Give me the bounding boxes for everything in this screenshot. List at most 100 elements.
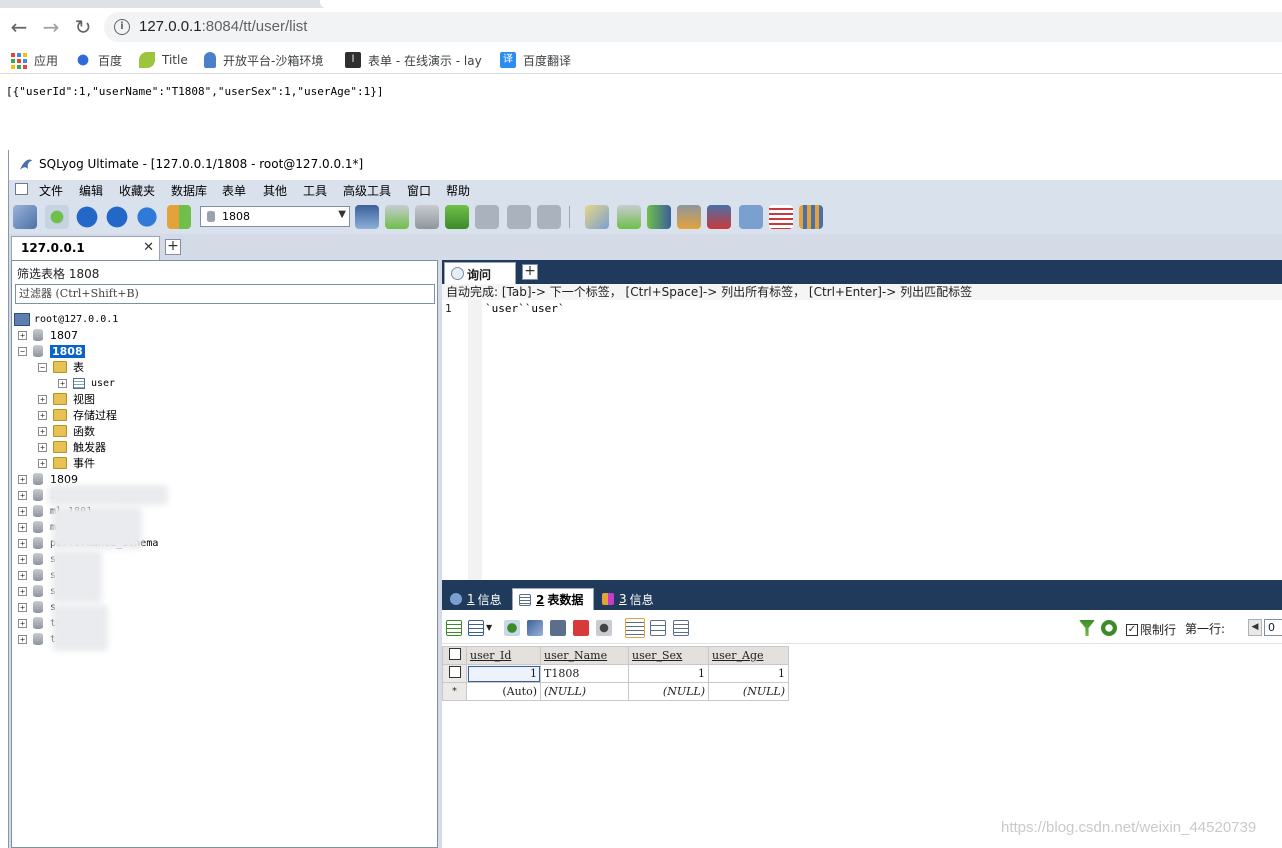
insert-row-icon[interactable] (446, 620, 462, 636)
info-icon[interactable]: i (114, 19, 130, 35)
table-structure-icon[interactable] (537, 205, 561, 229)
tree-folder-views[interactable]: + 视图 (38, 391, 95, 407)
first-row-input[interactable]: 0 (1264, 619, 1282, 636)
bookmark-title[interactable]: Title (139, 51, 188, 69)
grid-view-icon[interactable] (625, 618, 645, 638)
column-header[interactable]: user_Id (466, 646, 541, 665)
menu-database[interactable]: 数据库 (171, 182, 207, 199)
bookmark-alipay-sandbox[interactable]: 开放平台-沙箱环境 (204, 51, 323, 69)
data-sync-icon[interactable] (677, 205, 701, 229)
expand-icon[interactable]: + (18, 474, 27, 484)
tree-folder-tables[interactable]: − 表 (38, 359, 84, 375)
filter-input[interactable]: 过滤器 (Ctrl+Shift+B) (15, 284, 435, 304)
expand-icon[interactable]: + (58, 378, 67, 388)
menu-table[interactable]: 表单 (222, 182, 246, 199)
grid-cell[interactable]: (NULL) (628, 682, 709, 701)
select-all-checkbox[interactable] (442, 646, 467, 665)
menu-tools[interactable]: 工具 (303, 182, 327, 199)
database-select[interactable]: 1808 ▼ (200, 206, 350, 227)
tree-db[interactable]: +s (18, 599, 56, 615)
tree-folder-functions[interactable]: + 函数 (38, 423, 95, 439)
text-view-icon[interactable] (673, 620, 689, 636)
query-builder-icon[interactable] (585, 205, 609, 229)
connection-tab[interactable]: 127.0.0.1 ✕ (11, 236, 160, 260)
tree-db[interactable]: +t (18, 631, 56, 647)
query-tab[interactable]: 询问 (444, 262, 516, 284)
restore-icon[interactable] (415, 205, 439, 229)
expand-icon[interactable]: + (18, 586, 27, 596)
import-icon[interactable] (445, 205, 469, 229)
back-arrow-icon[interactable]: ← (8, 16, 30, 38)
add-row-icon[interactable] (504, 620, 520, 636)
tree-root[interactable]: root@127.0.0.1 (14, 311, 118, 327)
expand-icon[interactable]: + (18, 554, 27, 564)
menu-edit[interactable]: 编辑 (79, 182, 103, 199)
close-icon[interactable]: ✕ (143, 240, 154, 255)
menu-favorites[interactable]: 收藏夹 (119, 182, 155, 199)
tree-folder-events[interactable]: + 事件 (38, 455, 95, 471)
backup-icon[interactable] (385, 205, 409, 229)
limit-rows-checkbox[interactable]: ✓ 限制行 (1126, 621, 1176, 638)
grid-cell[interactable]: 1 (628, 664, 709, 683)
add-connection-button[interactable]: + (165, 239, 181, 255)
new-row[interactable]: * (Auto) (NULL) (NULL) (NULL) (442, 682, 789, 701)
expand-icon[interactable]: + (38, 442, 47, 452)
refresh-icon[interactable] (1101, 620, 1117, 636)
address-bar[interactable]: i 127.0.0.1:8084/tt/user/list (104, 12, 1282, 42)
schema-designer-icon[interactable] (617, 205, 641, 229)
new-connection-icon[interactable] (13, 205, 37, 229)
menu-help[interactable]: 帮助 (446, 182, 470, 199)
expand-icon[interactable]: + (38, 426, 47, 436)
reload-icon[interactable]: ↻ (72, 16, 94, 38)
delete-icon[interactable] (573, 620, 589, 636)
forward-arrow-icon[interactable]: → (40, 16, 62, 38)
bookmark-apps[interactable]: 应用 (11, 51, 58, 69)
expand-icon[interactable]: + (18, 490, 27, 500)
save-icon[interactable] (550, 620, 566, 636)
expand-icon[interactable]: + (18, 618, 27, 628)
tree-db-1807[interactable]: +1807 (18, 327, 78, 343)
tree-db[interactable]: +s (18, 551, 56, 567)
tab-table-data[interactable]: 2 表数据 (512, 588, 594, 610)
previous-page-button[interactable]: ◀ (1248, 619, 1262, 636)
row-checkbox[interactable] (442, 664, 467, 683)
execute-query-icon[interactable] (75, 205, 99, 229)
user-manager-icon[interactable] (355, 205, 379, 229)
chevron-down-icon[interactable]: ▼ (486, 620, 494, 636)
collapse-icon[interactable]: − (38, 362, 47, 372)
export-icon[interactable] (475, 205, 499, 229)
bookmark-layui[interactable]: l 表单 - 在线演示 - lay (345, 51, 482, 69)
grid-cell[interactable]: (NULL) (708, 682, 789, 701)
bookmark-baidu-translate[interactable]: 译百度翻译 (500, 51, 571, 69)
expand-icon[interactable]: + (18, 330, 27, 340)
filter-icon[interactable] (1079, 620, 1095, 636)
tree-table-user[interactable]: + user (58, 375, 115, 391)
expand-icon[interactable]: + (38, 410, 47, 420)
table-grid-icon[interactable] (507, 205, 531, 229)
expand-icon[interactable]: + (38, 458, 47, 468)
collapse-icon[interactable]: − (18, 346, 27, 356)
monitor-icon[interactable] (739, 205, 763, 229)
expand-icon[interactable]: + (18, 634, 27, 644)
bookmark-baidu[interactable]: 百度 (75, 51, 122, 69)
cancel-changes-icon[interactable] (596, 620, 612, 636)
grid-cell[interactable]: 1 (708, 664, 789, 683)
expand-icon[interactable]: + (38, 394, 47, 404)
duplicate-row-icon[interactable] (527, 620, 543, 636)
scheduler-icon[interactable] (707, 205, 731, 229)
column-header[interactable]: user_Sex (628, 646, 709, 665)
app-menu-icon[interactable] (15, 183, 28, 195)
sql-editor[interactable]: `user``user` (485, 302, 564, 315)
expand-icon[interactable]: + (18, 506, 27, 516)
menu-file[interactable]: 文件 (39, 182, 63, 199)
schema-sync-icon[interactable] (799, 205, 823, 229)
refresh-icon[interactable] (135, 205, 159, 229)
add-query-tab-button[interactable]: + (522, 264, 538, 280)
url-text[interactable]: 127.0.0.1:8084/tt/user/list (139, 18, 307, 35)
new-query-icon[interactable] (45, 205, 69, 229)
menu-other[interactable]: 其他 (263, 182, 287, 199)
expand-icon[interactable]: + (18, 538, 27, 548)
table-row[interactable]: 1 T1808 1 1 (442, 664, 789, 683)
column-header[interactable]: user_Age (708, 646, 789, 665)
tree-db[interactable]: +s (18, 567, 56, 583)
